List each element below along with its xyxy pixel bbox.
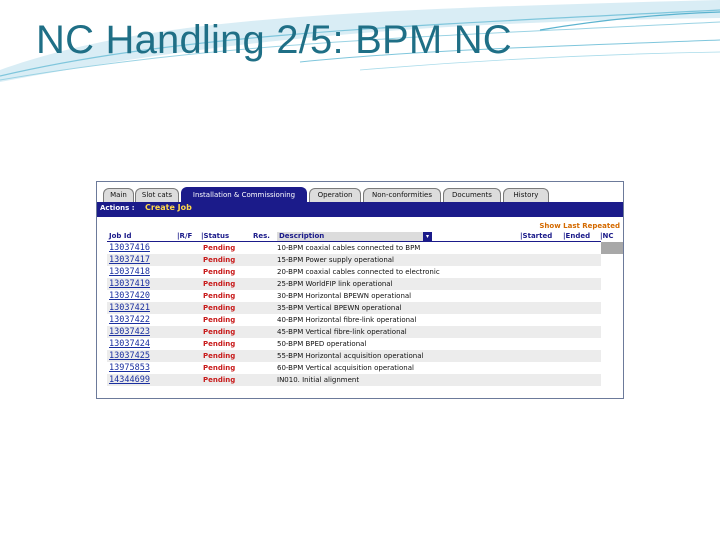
status-cell: Pending [203, 376, 236, 384]
description-cell: 60-BPM Vertical acquisition operational [277, 364, 414, 372]
tab-history[interactable]: History [503, 188, 549, 202]
column-header-job-id[interactable]: Job Id [109, 232, 131, 240]
table-row: 13037418 Pending 20-BPM coaxial cables c… [107, 266, 601, 278]
filter-icon[interactable]: ▾ [423, 232, 432, 241]
tab-documents[interactable]: Documents [443, 188, 501, 202]
description-cell: 50-BPM BPED operational [277, 340, 367, 348]
table-row: 13037425 Pending 55-BPM Horizontal acqui… [107, 350, 601, 362]
description-cell: 10-BPM coaxial cables connected to BPM [277, 244, 421, 252]
status-cell: Pending [203, 268, 236, 276]
job-id-link[interactable]: 13037423 [109, 326, 150, 338]
column-header-nc[interactable]: |NC [600, 232, 614, 240]
table-row: 13037423 Pending 45-BPM Vertical fibre-l… [107, 326, 601, 338]
job-id-link[interactable]: 13037425 [109, 350, 150, 362]
actions-bar: Actions : Create Job [97, 202, 623, 217]
table-row: 13037416 Pending 10-BPM coaxial cables c… [107, 242, 601, 254]
column-header-description-box: Description [277, 232, 426, 241]
column-header-status[interactable]: |Status [201, 232, 229, 240]
table-row: 13037424 Pending 50-BPM BPED operational [107, 338, 601, 350]
app-screenshot: Main Slot cats Installation & Commission… [96, 181, 624, 399]
description-cell: 25-BPM WorldFIP link operational [277, 280, 393, 288]
description-cell: IN010. Initial alignment [277, 376, 360, 384]
job-id-link[interactable]: 13037416 [109, 242, 150, 254]
tab-main[interactable]: Main [103, 188, 134, 202]
job-id-link[interactable]: 14344699 [109, 374, 150, 386]
job-id-link[interactable]: 13037417 [109, 254, 150, 266]
table-row: 14344699 Pending IN010. Initial alignmen… [107, 374, 601, 386]
table-row: 13037420 Pending 30-BPM Horizontal BPEWN… [107, 290, 601, 302]
job-id-link[interactable]: 13037422 [109, 314, 150, 326]
description-cell: 35-BPM Vertical BPEWN operational [277, 304, 402, 312]
job-id-link[interactable]: 13037419 [109, 278, 150, 290]
tab-slot-cats[interactable]: Slot cats [135, 188, 179, 202]
column-header-started[interactable]: |Started [520, 232, 552, 240]
status-cell: Pending [203, 340, 236, 348]
status-cell: Pending [203, 352, 236, 360]
description-cell: 55-BPM Horizontal acquisition operationa… [277, 352, 424, 360]
show-last-repeated-link[interactable]: Show Last Repeated [539, 222, 620, 230]
job-id-link[interactable]: 13975853 [109, 362, 150, 374]
status-cell: Pending [203, 364, 236, 372]
description-cell: 45-BPM Vertical fibre-link operational [277, 328, 407, 336]
tab-operation[interactable]: Operation [309, 188, 361, 202]
job-id-link[interactable]: 13037421 [109, 302, 150, 314]
table-row: 13037419 Pending 25-BPM WorldFIP link op… [107, 278, 601, 290]
column-header-ended[interactable]: |Ended [563, 232, 590, 240]
job-id-link[interactable]: 13037424 [109, 338, 150, 350]
status-cell: Pending [203, 292, 236, 300]
slide-title: NC Handling 2/5: BPM NC [36, 18, 512, 62]
status-cell: Pending [203, 316, 236, 324]
table-row: 13037421 Pending 35-BPM Vertical BPEWN o… [107, 302, 601, 314]
tab-bar: Main Slot cats Installation & Commission… [97, 182, 623, 203]
description-cell: 20-BPM coaxial cables connected to elect… [277, 268, 440, 276]
tab-non-conformities[interactable]: Non-conformities [363, 188, 441, 202]
status-cell: Pending [203, 244, 236, 252]
status-cell: Pending [203, 256, 236, 264]
table-row: 13975853 Pending 60-BPM Vertical acquisi… [107, 362, 601, 374]
column-header-description[interactable]: Description [279, 232, 324, 240]
table-row: 13037417 Pending 15-BPM Power supply ope… [107, 254, 601, 266]
description-cell: 40-BPM Horizontal fibre-link operational [277, 316, 417, 324]
description-cell: 30-BPM Horizontal BPEWN operational [277, 292, 412, 300]
table-row: 13037422 Pending 40-BPM Horizontal fibre… [107, 314, 601, 326]
status-cell: Pending [203, 328, 236, 336]
description-cell: 15-BPM Power supply operational [277, 256, 394, 264]
tab-installation-commissioning[interactable]: Installation & Commissioning [181, 187, 307, 203]
column-header-res[interactable]: Res. [253, 232, 270, 240]
status-cell: Pending [203, 280, 236, 288]
job-id-link[interactable]: 13037418 [109, 266, 150, 278]
job-id-link[interactable]: 13037420 [109, 290, 150, 302]
status-cell: Pending [203, 304, 236, 312]
create-job-link[interactable]: Create Job [145, 203, 192, 212]
actions-label: Actions : [100, 204, 135, 212]
column-header-rf[interactable]: |R/F [177, 232, 192, 240]
nc-cell-highlight [601, 242, 623, 254]
